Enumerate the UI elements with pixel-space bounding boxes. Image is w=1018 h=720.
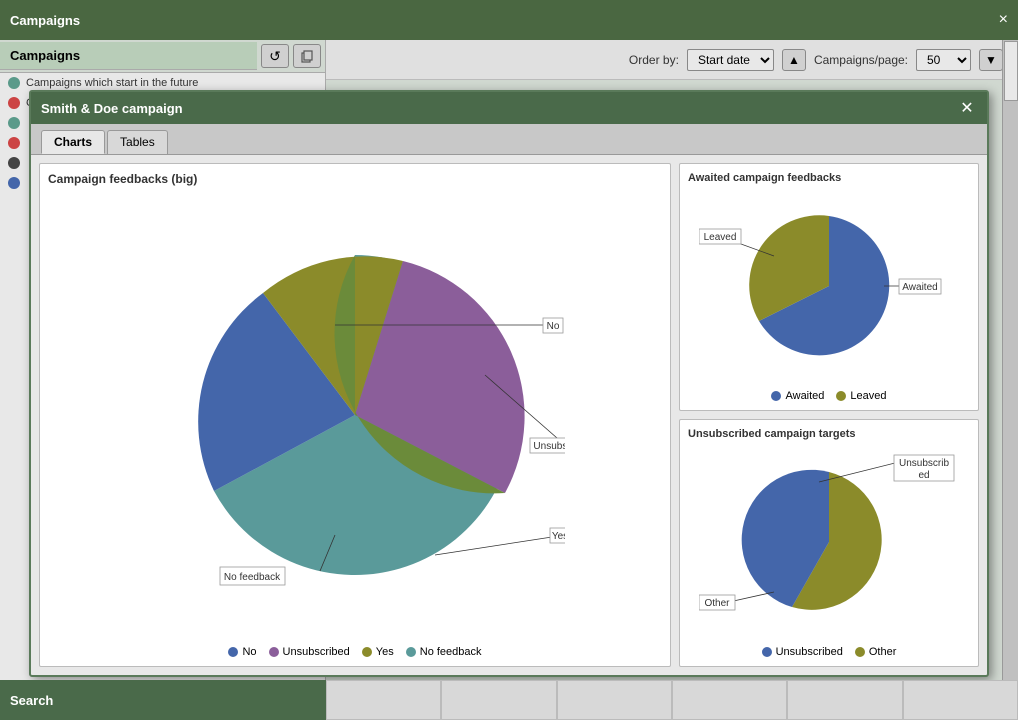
order-direction-button[interactable]: ▲ (782, 49, 806, 71)
right-charts-column: Awaited campaign feedbacks Leaved (679, 163, 979, 667)
scrollbar[interactable] (1002, 40, 1018, 680)
svg-text:No: No (547, 321, 560, 332)
status-dot (8, 117, 20, 129)
awaited-pie-chart: Leaved Awaited (699, 196, 959, 376)
unsubscribed-legend: Unsubscribed Other (688, 640, 970, 658)
scrollbar-thumb[interactable] (1004, 41, 1018, 101)
search-bar: Search (0, 680, 326, 720)
grid-cell (441, 680, 556, 720)
modal-overlay: Smith & Doe campaign ✕ Charts Tables Cam… (0, 40, 1018, 720)
legend-label: Awaited (785, 390, 824, 402)
svg-text:ed: ed (918, 470, 929, 481)
campaigns-header: Campaigns (0, 42, 257, 70)
svg-text:Leaved: Leaved (704, 232, 737, 243)
awaited-chart-panel: Awaited campaign feedbacks Leaved (679, 163, 979, 411)
modal-content: Campaign feedbacks (big) (31, 155, 987, 675)
legend-label: No feedback (420, 646, 482, 658)
toolbar: ↺ (257, 40, 325, 72)
big-chart-area: No feedback No Unsubscribed Yes (48, 190, 662, 640)
search-label: Search (10, 693, 53, 708)
copy-button[interactable] (293, 44, 321, 68)
bottom-grid (326, 680, 1018, 720)
legend-dot (855, 647, 865, 657)
modal-titlebar: Smith & Doe campaign ✕ (31, 92, 987, 124)
legend-dot (228, 647, 238, 657)
status-dot (8, 137, 20, 149)
status-dot (8, 157, 20, 169)
legend-label: Other (869, 646, 897, 658)
big-chart-panel: Campaign feedbacks (big) (39, 163, 671, 667)
order-by-label: Order by: (629, 53, 679, 67)
awaited-legend: Awaited Leaved (688, 384, 970, 402)
grid-cell (326, 680, 441, 720)
legend-dot (762, 647, 772, 657)
unsubscribed-chart-panel: Unsubscribed campaign targets Other (679, 419, 979, 667)
refresh-button[interactable]: ↺ (261, 44, 289, 68)
legend-dot (771, 391, 781, 401)
legend-item-awaited: Awaited (771, 390, 824, 402)
app-close-button[interactable]: × (999, 11, 1008, 29)
app-title: Campaigns (10, 13, 80, 28)
legend-dot (836, 391, 846, 401)
big-chart-title: Campaign feedbacks (big) (48, 172, 662, 186)
svg-text:No feedback: No feedback (224, 572, 281, 583)
legend-item-yes: Yes (362, 646, 394, 658)
per-page-dropdown-button[interactable]: ▼ (979, 49, 1003, 71)
svg-text:Unsubscribed: Unsubscribed (533, 441, 565, 452)
status-dot (8, 77, 20, 89)
unsubscribed-chart-area: Other Unsubscrib ed (688, 444, 970, 640)
legend-item-leaved: Leaved (836, 390, 886, 402)
item-label: Campaigns which start in the future (26, 77, 198, 89)
tab-tables[interactable]: Tables (107, 130, 168, 154)
unsubscribed-pie-chart: Other Unsubscrib ed (699, 452, 959, 632)
legend-item-other: Other (855, 646, 897, 658)
modal-close-button[interactable]: ✕ (957, 98, 977, 118)
modal-tabs: Charts Tables (31, 124, 987, 155)
status-dot (8, 177, 20, 189)
legend-dot (362, 647, 372, 657)
legend-dot (406, 647, 416, 657)
big-chart-legend: No Unsubscribed Yes No feedback (48, 640, 662, 658)
awaited-chart-area: Leaved Awaited (688, 188, 970, 384)
svg-text:Other: Other (704, 598, 730, 609)
order-bar: Order by: Start date Name End date ▲ Cam… (326, 40, 1018, 80)
campaigns-per-page-label: Campaigns/page: (814, 53, 908, 67)
grid-cell (672, 680, 787, 720)
modal-dialog: Smith & Doe campaign ✕ Charts Tables Cam… (29, 90, 989, 677)
svg-text:Unsubscrib: Unsubscrib (899, 458, 949, 469)
grid-cell (557, 680, 672, 720)
copy-icon (300, 49, 314, 63)
svg-text:Yes: Yes (552, 531, 565, 542)
legend-item-nofeedback: No feedback (406, 646, 482, 658)
grid-cell (903, 680, 1018, 720)
legend-label: Yes (376, 646, 394, 658)
top-bar: Campaigns × (0, 0, 1018, 40)
legend-item-unsubscribed: Unsubscribed (269, 646, 350, 658)
legend-item-no: No (228, 646, 256, 658)
status-dot (8, 97, 20, 109)
legend-label: No (242, 646, 256, 658)
campaigns-per-page-select[interactable]: 50 25 100 (916, 49, 971, 71)
tab-charts[interactable]: Charts (41, 130, 105, 154)
modal-title: Smith & Doe campaign (41, 101, 183, 116)
legend-dot (269, 647, 279, 657)
order-by-select[interactable]: Start date Name End date (687, 49, 774, 71)
legend-label: Unsubscribed (283, 646, 350, 658)
legend-item-unsubscribed2: Unsubscribed (762, 646, 843, 658)
unsubscribed-chart-title: Unsubscribed campaign targets (688, 428, 970, 440)
legend-label: Unsubscribed (776, 646, 843, 658)
big-pie-chart: No feedback No Unsubscribed Yes (145, 215, 565, 615)
awaited-chart-title: Awaited campaign feedbacks (688, 172, 970, 184)
grid-cell (787, 680, 902, 720)
svg-text:Awaited: Awaited (902, 282, 937, 293)
legend-label: Leaved (850, 390, 886, 402)
